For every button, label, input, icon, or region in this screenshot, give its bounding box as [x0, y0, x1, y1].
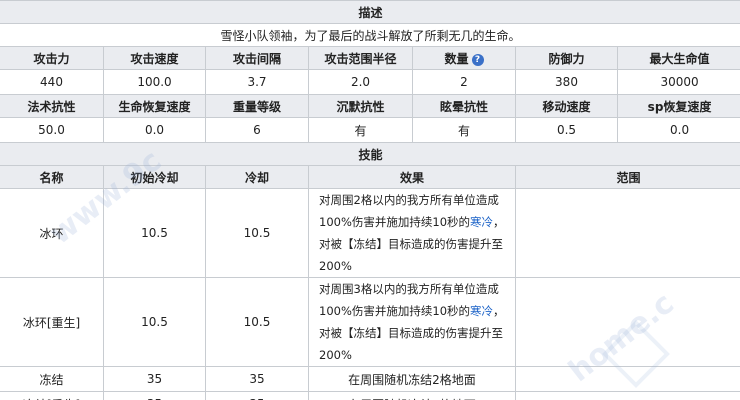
skill-row: 冻结 35 35 在周围随机冻结2格地面 — [0, 366, 740, 392]
skill-effect-link[interactable]: 寒冷 — [470, 304, 493, 318]
stat-header-attack-range: 攻击范围半径 — [308, 46, 413, 70]
stat-header-move-speed: 移动速度 — [515, 94, 618, 118]
stats-header-row-1: 攻击力 攻击速度 攻击间隔 攻击范围半径 数量? 防御力 最大生命值 — [0, 46, 740, 70]
description-header-row: 描述 — [0, 0, 740, 24]
skill-header-name: 名称 — [0, 165, 104, 189]
skill-effect: 在周围随机冻结3格地面 — [308, 391, 516, 400]
stat-header-count: 数量 — [444, 51, 469, 66]
stat-value-attack-range: 2.0 — [308, 69, 413, 95]
stat-header-attack: 攻击力 — [0, 46, 104, 70]
skill-initial-cd: 35 — [103, 391, 206, 400]
stats-header-row-2: 法术抗性 生命恢复速度 重量等级 沉默抗性 眩晕抗性 移动速度 sp恢复速度 — [0, 94, 740, 118]
stat-value-count: 2 — [412, 69, 516, 95]
skill-header-range: 范围 — [514, 165, 740, 189]
stat-header-weight: 重量等级 — [205, 94, 309, 118]
skill-header-cd: 冷却 — [205, 165, 309, 189]
description-title: 描述 — [0, 0, 740, 24]
skills-title-row: 技能 — [0, 142, 740, 166]
skill-header-initial-cd: 初始冷却 — [103, 165, 206, 189]
skill-cd: 35 — [205, 366, 309, 392]
stat-header-silence-resist: 沉默抗性 — [308, 94, 413, 118]
skills-title: 技能 — [0, 142, 740, 166]
skill-initial-cd: 10.5 — [103, 277, 206, 367]
skill-effect: 对周围2格以内的我方所有单位造成100%伤害并施加持续10秒的寒冷，对被【冻结】… — [308, 188, 516, 278]
skill-cd: 35 — [205, 391, 309, 400]
skill-range — [514, 366, 740, 392]
skill-effect-link[interactable]: 寒冷 — [470, 215, 493, 229]
question-circle-icon[interactable]: ? — [471, 53, 484, 66]
skill-effect: 在周围随机冻结2格地面 — [308, 366, 516, 392]
skills-header-row: 名称 初始冷却 冷却 效果 范围 — [0, 165, 740, 189]
skill-range — [514, 391, 740, 400]
stat-value-defense: 380 — [515, 69, 618, 95]
skill-cd: 10.5 — [205, 188, 309, 278]
skill-name: 冻结[重生] — [0, 391, 104, 400]
stats-value-row-2: 50.0 0.0 6 有 有 0.5 0.0 — [0, 117, 740, 143]
stat-header-max-hp: 最大生命值 — [616, 46, 740, 70]
stat-value-attack-interval: 3.7 — [205, 69, 309, 95]
stat-value-attack-speed: 100.0 — [103, 69, 206, 95]
stats-value-row-1: 440 100.0 3.7 2.0 2 380 30000 — [0, 69, 740, 95]
enemy-info-table: 描述 雪怪小队领袖，为了最后的战斗解放了所剩无几的生命。 攻击力 攻击速度 攻击… — [0, 0, 740, 400]
skill-header-effect: 效果 — [308, 165, 516, 189]
skill-row: 冰环 10.5 10.5 对周围2格以内的我方所有单位造成100%伤害并施加持续… — [0, 188, 740, 278]
stat-value-hp-regen: 0.0 — [103, 117, 206, 143]
stat-value-max-hp: 30000 — [616, 69, 740, 95]
stat-header-attack-speed: 攻击速度 — [103, 46, 206, 70]
stat-header-count-cell: 数量? — [412, 46, 516, 70]
stat-value-magic-resist: 50.0 — [0, 117, 104, 143]
skill-name: 冻结 — [0, 366, 104, 392]
skill-row: 冰环[重生] 10.5 10.5 对周围3格以内的我方所有单位造成100%伤害并… — [0, 277, 740, 367]
stat-value-stun-resist: 有 — [412, 117, 516, 143]
enemy-info-page: 描述 雪怪小队领袖，为了最后的战斗解放了所剩无几的生命。 攻击力 攻击速度 攻击… — [0, 0, 740, 400]
stat-header-magic-resist: 法术抗性 — [0, 94, 104, 118]
stat-header-sp-regen: sp恢复速度 — [616, 94, 740, 118]
skill-effect: 对周围3格以内的我方所有单位造成100%伤害并施加持续10秒的寒冷，对被【冻结】… — [308, 277, 516, 367]
skill-range — [514, 188, 740, 278]
stat-header-hp-regen: 生命恢复速度 — [103, 94, 206, 118]
skill-range — [514, 277, 740, 367]
stat-value-silence-resist: 有 — [308, 117, 413, 143]
stat-header-defense: 防御力 — [515, 46, 618, 70]
skill-row: 冻结[重生] 35 35 在周围随机冻结3格地面 — [0, 391, 740, 400]
stat-header-attack-interval: 攻击间隔 — [205, 46, 309, 70]
skill-initial-cd: 10.5 — [103, 188, 206, 278]
skill-name: 冰环 — [0, 188, 104, 278]
skill-cd: 10.5 — [205, 277, 309, 367]
skill-name: 冰环[重生] — [0, 277, 104, 367]
stat-value-sp-regen: 0.0 — [616, 117, 740, 143]
description-row: 雪怪小队领袖，为了最后的战斗解放了所剩无几的生命。 — [0, 23, 740, 47]
skill-initial-cd: 35 — [103, 366, 206, 392]
stat-value-attack: 440 — [0, 69, 104, 95]
stat-value-move-speed: 0.5 — [515, 117, 618, 143]
stat-header-stun-resist: 眩晕抗性 — [412, 94, 516, 118]
description-text: 雪怪小队领袖，为了最后的战斗解放了所剩无几的生命。 — [0, 23, 740, 47]
stat-value-weight: 6 — [205, 117, 309, 143]
